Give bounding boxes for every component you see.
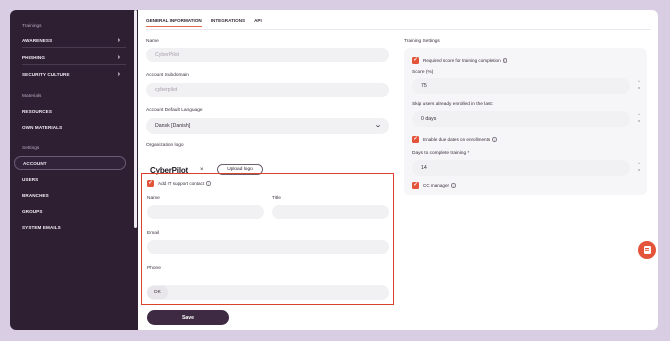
required-score-label: Required score for training completion i	[423, 58, 508, 63]
info-icon[interactable]: i	[502, 58, 508, 63]
sidebar-item-awareness[interactable]: AWARENESS ›	[14, 33, 126, 47]
training-settings-panel: ✓ Required score for training completion…	[404, 48, 647, 195]
it-support-checkbox-label: Add IT support contact i	[158, 181, 211, 186]
chevron-right-icon: ›	[117, 36, 120, 44]
sidebar-item-label: SYSTEM EMAILS	[22, 224, 61, 230]
due-dates-checkbox[interactable]: ✓	[412, 136, 419, 143]
skip-days-value: 0 days	[421, 116, 437, 122]
subdomain-input[interactable]: cyberpilot	[146, 83, 389, 97]
score-input[interactable]: 75 ^ v	[412, 78, 640, 94]
sidebar-scrollbar[interactable]	[134, 10, 137, 228]
language-select-value: Dansk [Danish]	[155, 123, 191, 129]
sidebar-section-trainings: Trainings	[22, 24, 42, 29]
support-email-input[interactable]	[147, 240, 389, 254]
tab-general-information[interactable]: GENERAL INFORMATION	[146, 18, 202, 27]
app-window: Trainings AWARENESS › PHISHING › SECURIT…	[10, 10, 658, 330]
skip-days-input[interactable]: 0 days ^ v	[412, 111, 640, 127]
tab-divider	[146, 29, 651, 30]
chat-button[interactable]	[638, 241, 656, 259]
support-phone-input[interactable]	[147, 285, 389, 300]
name-input[interactable]: CyberPilot	[146, 48, 389, 62]
cc-manager-checkbox[interactable]: ✓	[412, 182, 419, 189]
chevron-down-icon: ⌄	[373, 122, 383, 129]
due-dates-label: Enable due dates on enrollments i	[423, 137, 497, 142]
sidebar-item-label: AWARENESS	[22, 37, 53, 43]
score-stepper[interactable]: ^ v	[638, 79, 640, 91]
info-icon[interactable]: i	[206, 181, 211, 186]
tab-integrations[interactable]: INTEGRATIONS	[211, 18, 245, 27]
score-value: 75	[421, 83, 427, 89]
training-settings-heading: Training Settings	[404, 39, 440, 44]
main-content: GENERAL INFORMATION INTEGRATIONS API Nam…	[138, 10, 658, 330]
sidebar-item-label: BRANCHES	[22, 192, 49, 198]
support-email-label: Email	[147, 231, 159, 236]
divider	[22, 47, 126, 48]
support-title-label: Title	[272, 196, 281, 201]
support-phone-label: Phone	[147, 266, 161, 271]
divider	[22, 64, 126, 65]
chevron-right-icon: ›	[117, 70, 120, 78]
language-label: Account Default Language	[146, 108, 203, 113]
cc-manager-label: CC manager i	[423, 183, 456, 188]
sidebar-item-label: GROUPS	[22, 208, 43, 214]
it-support-label-text: Add IT support contact	[158, 181, 205, 186]
support-title-input[interactable]	[272, 205, 389, 219]
support-name-input[interactable]	[147, 205, 264, 219]
sidebar-item-account[interactable]: ACCOUNT	[14, 156, 126, 170]
save-button[interactable]: Save	[147, 310, 229, 325]
days-to-complete-input[interactable]: 14 ^ v	[412, 160, 640, 176]
sidebar-item-groups[interactable]: GROUPS	[14, 204, 126, 218]
name-label: Name	[146, 39, 159, 44]
sidebar-section-materials: Materials	[22, 94, 42, 99]
days-to-complete-value: 14	[421, 165, 427, 171]
sidebar-item-security-culture[interactable]: SECURITY CULTURE ›	[14, 67, 126, 81]
due-dates-label-text: Enable due dates on enrollments	[423, 137, 491, 142]
language-select[interactable]: Dansk [Danish] ⌄	[146, 118, 389, 134]
sidebar-item-own-materials[interactable]: OWN MATERIALS	[14, 120, 126, 134]
sidebar-item-resources[interactable]: RESOURCES	[14, 104, 126, 118]
skip-users-label: Skip users already enrolled in the last:	[412, 102, 494, 107]
sidebar-item-label: USERS	[22, 176, 39, 182]
tab-bar: GENERAL INFORMATION INTEGRATIONS API	[146, 18, 262, 27]
logo-label: Organization logo	[146, 143, 184, 148]
sidebar-item-label: PHISHING	[22, 54, 46, 60]
sidebar-item-label: ACCOUNT	[23, 160, 47, 166]
sidebar: Trainings AWARENESS › PHISHING › SECURIT…	[10, 10, 138, 330]
required-score-label-text: Required score for training completion	[423, 58, 501, 63]
subdomain-label: Account Subdomain	[146, 73, 189, 78]
skip-days-stepper[interactable]: ^ v	[638, 112, 640, 124]
sidebar-item-branches[interactable]: BRANCHES	[14, 188, 126, 202]
phone-country-code-select[interactable]: DK	[147, 286, 168, 299]
days-to-complete-label: Days to complete training *	[412, 151, 470, 156]
chat-icon	[643, 246, 651, 254]
sidebar-item-label: SECURITY CULTURE	[22, 71, 70, 77]
required-score-checkbox[interactable]: ✓	[412, 57, 419, 64]
info-icon[interactable]: i	[492, 137, 497, 142]
sidebar-item-phishing[interactable]: PHISHING ›	[14, 50, 126, 64]
days-stepper[interactable]: ^ v	[638, 161, 640, 173]
chevron-right-icon: ›	[117, 53, 120, 61]
sidebar-item-label: OWN MATERIALS	[22, 124, 63, 130]
info-icon[interactable]: i	[451, 183, 456, 188]
it-support-checkbox[interactable]: ✓	[147, 180, 154, 187]
tab-api[interactable]: API	[254, 18, 262, 27]
cc-manager-label-text: CC manager	[423, 183, 450, 188]
sidebar-item-users[interactable]: USERS	[14, 172, 126, 186]
sidebar-item-label: RESOURCES	[22, 108, 52, 114]
support-name-label: Name	[147, 196, 160, 201]
sidebar-section-settings: Settings	[22, 146, 40, 151]
sidebar-item-system-emails[interactable]: SYSTEM EMAILS	[14, 220, 126, 234]
score-label: Score (%)	[412, 70, 434, 75]
